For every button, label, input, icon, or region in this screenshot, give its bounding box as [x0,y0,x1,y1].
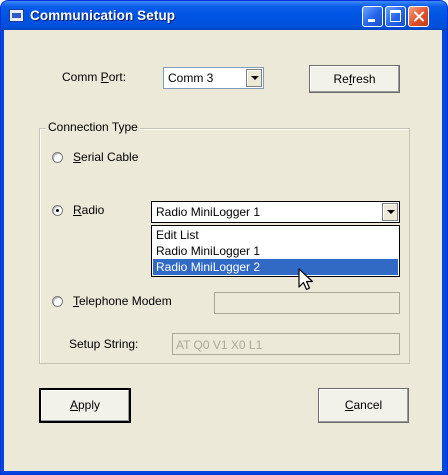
radio-label[interactable]: Radio [73,203,104,217]
cancel-button[interactable]: Cancel [318,388,409,423]
app-icon [9,9,24,22]
telephone-number-field[interactable] [214,292,400,314]
setup-string-field[interactable]: AT Q0 V1 X0 L1 [172,333,400,355]
apply-button[interactable]: Apply [39,388,131,423]
telephone-modem-label[interactable]: Telephone Modem [73,294,172,308]
radio-device-dropdown-list[interactable]: Edit List Radio MiniLogger 1 Radio MiniL… [151,225,400,277]
setup-string-label: Setup String: [69,337,139,351]
serial-cable-label[interactable]: Serial Cable [73,150,138,164]
minimize-icon[interactable] [362,6,383,27]
refresh-button[interactable]: Refresh [309,65,400,93]
list-item[interactable]: Edit List [153,227,398,243]
chevron-down-icon[interactable] [246,69,262,87]
mouse-cursor-icon [298,268,314,291]
comm-port-value: Comm 3 [168,71,214,85]
list-item[interactable]: Radio MiniLogger 2 [153,259,398,275]
maximize-icon[interactable] [385,6,406,27]
telephone-modem-radio[interactable] [52,296,63,307]
connection-type-title: Connection Type [46,120,140,134]
comm-port-select[interactable]: Comm 3 [163,67,264,89]
list-item[interactable]: Radio MiniLogger 1 [153,243,398,259]
title-bar[interactable]: Communication Setup [1,1,447,31]
close-icon[interactable] [408,6,429,27]
serial-cable-radio[interactable] [52,152,63,163]
radio-device-select[interactable]: Radio MiniLogger 1 [151,201,400,223]
setup-string-value: AT Q0 V1 X0 L1 [176,338,263,352]
chevron-down-icon[interactable] [382,203,398,221]
window-title: Communication Setup [30,8,176,23]
radio-device-value: Radio MiniLogger 1 [156,205,261,219]
comm-port-label: Comm Port: [62,70,127,84]
radio-radio[interactable] [52,205,63,216]
